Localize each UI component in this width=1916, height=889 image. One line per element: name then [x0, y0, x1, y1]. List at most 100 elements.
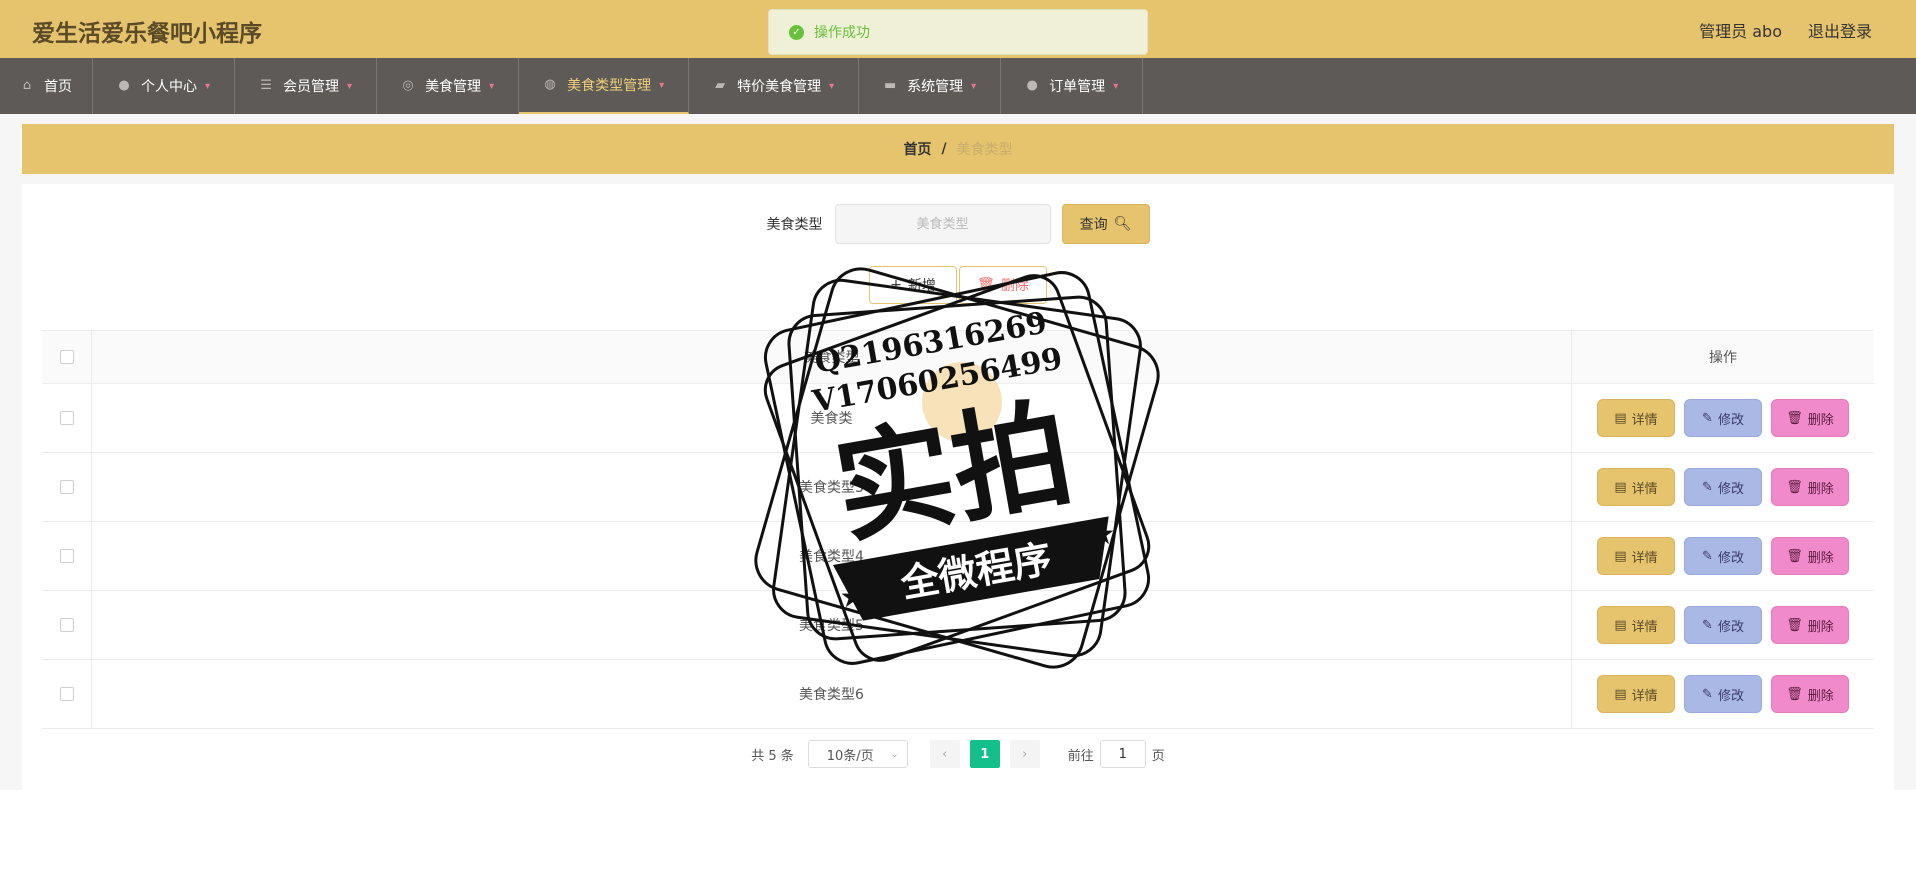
food-type-table: 美食类型 操作 美食类 ▤详情 ✎修改 🗑︎删除 美食类型3 ▤详情 ✎修改 �: [42, 330, 1874, 729]
document-icon: ▤: [1614, 617, 1627, 633]
chevron-down-icon: ▾: [347, 80, 353, 92]
document-icon: ▤: [1614, 479, 1627, 495]
row-checkbox[interactable]: [59, 480, 74, 494]
cell-food-type: 美食类型3: [92, 453, 1572, 521]
add-button[interactable]: + 新增: [869, 266, 957, 304]
admin-label: 管理员 abo: [1699, 22, 1782, 41]
select-all-checkbox[interactable]: [59, 350, 74, 364]
compass-icon: ◎: [402, 78, 414, 93]
detail-button[interactable]: ▤ 详情: [1597, 537, 1675, 575]
main-nav: ⌂ 首页 ● 个人中心 ▾ ☰ 会员管理 ▾ ◎ 美食管理 ▾ ◍ 美食类型管理…: [0, 58, 1916, 114]
column-header-type: 美食类型: [92, 331, 1572, 383]
table-row: 美食类型4 ▤ 详情 ✎ 修改 🗑︎ 删除: [42, 522, 1874, 591]
nav-item-profile[interactable]: ● 个人中心 ▾: [93, 58, 236, 114]
page-content: 首页 / 美食类型 美食类型 查询 🔍︎ + 新增 🗑︎ 删除: [0, 114, 1916, 790]
pagination-total: 共 5 条: [751, 748, 794, 764]
table-row: 美食类 ▤ 详情 ✎ 修改 🗑︎ 删除: [42, 384, 1874, 453]
row-checkbox[interactable]: [59, 411, 74, 425]
chevron-down-icon: ▾: [205, 80, 211, 92]
chevron-down-icon: ▾: [971, 80, 977, 92]
cell-food-type: 美食类型6: [92, 660, 1572, 728]
breadcrumb-home[interactable]: 首页: [903, 139, 931, 159]
chevron-down-icon: ⌄: [890, 748, 899, 760]
detail-button[interactable]: ▤ 详情: [1597, 606, 1675, 644]
trash-icon: 🗑︎: [1786, 686, 1803, 702]
nav-item-system[interactable]: ▬ 系统管理 ▾: [859, 58, 1002, 114]
user-icon: ●: [118, 78, 130, 93]
nav-item-orders[interactable]: ● 订单管理 ▾: [1001, 58, 1144, 114]
pencil-icon: ✎: [1702, 410, 1713, 426]
check-circle-icon: ✓: [789, 24, 804, 40]
document-icon: ▤: [1614, 686, 1627, 702]
table-header: 美食类型 操作: [42, 330, 1874, 384]
plus-icon: +: [890, 277, 902, 293]
batch-delete-button[interactable]: 🗑︎ 删除: [959, 266, 1047, 304]
delete-button[interactable]: 🗑︎ 删除: [1771, 675, 1849, 713]
edit-button[interactable]: ✎ 修改: [1684, 468, 1762, 506]
user-icon: ●: [1026, 78, 1038, 93]
nav-item-food-type[interactable]: ◍ 美食类型管理 ▾: [519, 58, 690, 114]
cell-food-type: 美食类型4: [92, 522, 1572, 590]
action-buttons: + 新增 🗑︎ 删除: [22, 266, 1894, 304]
search-input[interactable]: [834, 204, 1051, 244]
document-icon: ▤: [1614, 410, 1627, 426]
breadcrumb: 首页 / 美食类型: [22, 124, 1894, 174]
app-title: 爱生活爱乐餐吧小程序: [32, 21, 262, 47]
top-header: 爱生活爱乐餐吧小程序 ✓ 操作成功 管理员 abo 退出登录: [0, 0, 1916, 58]
pencil-icon: ✎: [1702, 548, 1713, 564]
page-size-select[interactable]: 10条/页 ⌄: [807, 740, 908, 768]
logout-link[interactable]: 退出登录: [1808, 18, 1872, 42]
trash-icon: 🗑︎: [1786, 410, 1803, 426]
cell-food-type: 美食类型5: [92, 591, 1572, 659]
detail-button[interactable]: ▤ 详情: [1597, 399, 1675, 437]
home-icon: ⌂: [22, 78, 32, 93]
chevron-left-icon: ‹: [942, 746, 948, 762]
search-label: 美食类型: [766, 217, 823, 233]
delete-button[interactable]: 🗑︎ 删除: [1771, 468, 1849, 506]
nav-item-special-food[interactable]: ▰ 特价美食管理 ▾: [689, 58, 860, 114]
prev-page-button[interactable]: ‹: [929, 740, 960, 768]
row-checkbox[interactable]: [59, 687, 74, 701]
breadcrumb-separator: /: [941, 141, 947, 157]
row-checkbox[interactable]: [59, 618, 74, 632]
nav-item-home[interactable]: ⌂ 首页: [0, 58, 93, 114]
pencil-icon: ✎: [1702, 479, 1713, 495]
row-checkbox[interactable]: [59, 549, 74, 563]
delete-button[interactable]: 🗑︎ 删除: [1771, 606, 1849, 644]
page-jump: 前往 页: [1068, 740, 1165, 768]
user-area: 管理员 abo 退出登录: [1699, 18, 1872, 42]
query-button[interactable]: 查询 🔍︎: [1061, 204, 1150, 244]
goto-page-input[interactable]: [1099, 740, 1146, 768]
trash-icon: 🗑︎: [1786, 548, 1803, 564]
document-icon: ▤: [1614, 548, 1627, 564]
edit-button[interactable]: ✎ 修改: [1684, 606, 1762, 644]
edit-button[interactable]: ✎ 修改: [1684, 675, 1762, 713]
edit-button[interactable]: ✎ 修改: [1684, 399, 1762, 437]
table-row: 美食类型5 ▤ 详情 ✎ 修改 🗑︎ 删除: [42, 591, 1874, 660]
trash-icon: 🗑︎: [977, 277, 995, 293]
search-form: 美食类型 查询 🔍︎: [22, 204, 1894, 244]
wallet-icon: ▰: [715, 78, 726, 93]
search-icon: 🔍︎: [1113, 216, 1132, 232]
pagination: 共 5 条 10条/页 ⌄ ‹ 1 › 前往 页: [22, 740, 1894, 768]
globe-icon: ◍: [544, 77, 556, 92]
delete-button[interactable]: 🗑︎ 删除: [1771, 537, 1849, 575]
detail-button[interactable]: ▤ 详情: [1597, 468, 1675, 506]
chevron-down-icon: ▾: [659, 79, 665, 91]
page-suffix: 页: [1151, 748, 1165, 764]
page-number-current[interactable]: 1: [969, 740, 1000, 768]
toast-message: 操作成功: [814, 25, 870, 41]
chevron-down-icon: ▾: [1113, 80, 1119, 92]
success-toast: ✓ 操作成功: [768, 9, 1148, 55]
nav-item-members[interactable]: ☰ 会员管理 ▾: [235, 58, 378, 114]
delete-button[interactable]: 🗑︎ 删除: [1771, 399, 1849, 437]
chevron-right-icon: ›: [1022, 746, 1028, 762]
cell-food-type: 美食类: [92, 384, 1572, 452]
nav-item-food[interactable]: ◎ 美食管理 ▾: [377, 58, 520, 114]
next-page-button[interactable]: ›: [1009, 740, 1040, 768]
breadcrumb-current: 美食类型: [956, 142, 1013, 158]
detail-button[interactable]: ▤ 详情: [1597, 675, 1675, 713]
chevron-down-icon: ▾: [829, 80, 835, 92]
pencil-icon: ✎: [1702, 686, 1713, 702]
edit-button[interactable]: ✎ 修改: [1684, 537, 1762, 575]
